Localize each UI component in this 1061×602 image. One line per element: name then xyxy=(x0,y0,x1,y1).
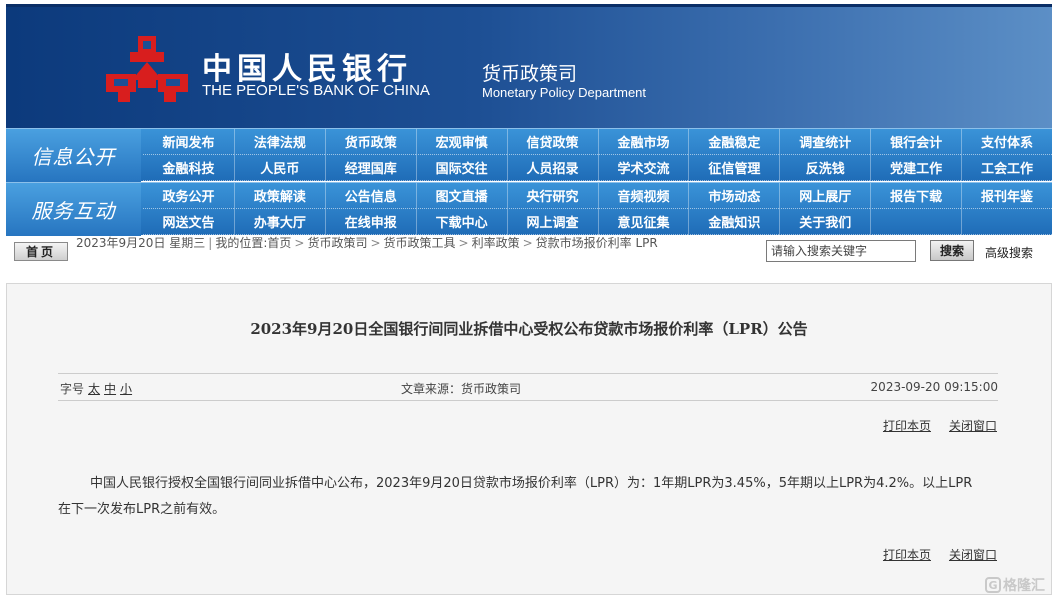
article-panel: 2023年9月20日全国银行间同业拆借中心受权公布贷款市场报价利率（LPR）公告… xyxy=(6,283,1052,595)
article-source: 文章来源：货币政策司 xyxy=(401,382,522,396)
breadcrumb-link-dept[interactable]: 货币政策司 xyxy=(307,236,367,250)
nav-item[interactable]: 工会工作 xyxy=(961,155,1052,181)
nav-item[interactable]: 新闻发布 xyxy=(143,129,234,155)
department-name-en: Monetary Policy Department xyxy=(482,85,647,100)
nav-item[interactable]: 报刊年鉴 xyxy=(961,183,1052,209)
article-body: 中国人民银行授权全国银行间同业拆借中心公布，2023年9月20日贷款市场报价利率… xyxy=(58,476,973,517)
nav-item[interactable]: 图文直播 xyxy=(415,183,507,209)
chevron-right-icon: > xyxy=(522,236,533,250)
nav-item[interactable]: 宏观审慎 xyxy=(415,129,507,155)
nav-item[interactable]: 网送文告 xyxy=(143,209,234,235)
nav-service-title: 服务互动 xyxy=(6,183,141,236)
nav-item[interactable]: 意见征集 xyxy=(597,209,689,235)
nav-service-interaction: 服务互动 政务公开 政策解读 公告信息 图文直播 央行研究 音频视频 市场动态 … xyxy=(6,182,1052,236)
article-meta: 字号太中小 文章来源：货币政策司 2023-09-20 09:15:00 xyxy=(58,373,998,401)
chevron-right-icon: > xyxy=(458,236,469,250)
nav-item[interactable]: 党建工作 xyxy=(870,155,962,181)
g-logo-icon: G xyxy=(985,577,1001,593)
nav-item[interactable]: 央行研究 xyxy=(506,183,598,209)
article-date: 2023-09-20 09:15:00 xyxy=(870,380,998,394)
nav-item[interactable]: 反洗钱 xyxy=(779,155,871,181)
article-actions-top: 打印本页 关闭窗口 xyxy=(865,417,997,434)
nav-item[interactable]: 银行会计 xyxy=(870,129,962,155)
home-button[interactable]: 首页 xyxy=(14,242,68,261)
font-size-small[interactable]: 小 xyxy=(120,382,132,396)
nav-item[interactable]: 征信管理 xyxy=(688,155,780,181)
nav-item[interactable]: 政务公开 xyxy=(143,183,234,209)
bank-name-en: THE PEOPLE'S BANK OF CHINA xyxy=(202,82,430,99)
site-header: 中国人民银行 THE PEOPLE'S BANK OF CHINA 货币政策司 … xyxy=(6,4,1052,128)
breadcrumb-link-home[interactable]: 首页 xyxy=(267,236,291,250)
header-top-strip xyxy=(6,4,1052,7)
nav-item[interactable]: 政策解读 xyxy=(233,183,325,209)
chevron-right-icon: > xyxy=(370,236,381,250)
watermark: G 格隆汇 xyxy=(985,575,1045,595)
nav-item[interactable]: 国际交往 xyxy=(415,155,507,181)
chevron-right-icon: > xyxy=(294,236,305,250)
nav-item[interactable]: 金融市场 xyxy=(597,129,689,155)
breadcrumb-bar: 首页 2023年9月20日 星期三 | 我的位置:首页 > 货币政策司 > 货币政策工具 > 利… xyxy=(6,236,1052,266)
nav-service-grid: 政务公开 政策解读 公告信息 图文直播 央行研究 音频视频 市场动态 网上展厅 … xyxy=(143,183,1052,236)
nav-item-empty xyxy=(961,209,1052,235)
close-window-link[interactable]: 关闭窗口 xyxy=(949,419,997,433)
advanced-search-link[interactable]: 高级搜索 xyxy=(985,244,1033,261)
pboc-emblem-icon[interactable] xyxy=(102,34,192,106)
nav-item[interactable]: 报告下载 xyxy=(870,183,962,209)
nav-item[interactable]: 公告信息 xyxy=(324,183,416,209)
nav-item[interactable]: 法律法规 xyxy=(233,129,325,155)
nav-item[interactable]: 市场动态 xyxy=(688,183,780,209)
nav-item[interactable]: 金融科技 xyxy=(143,155,234,181)
nav-info-disclosure: 信息公开 新闻发布 法律法规 货币政策 宏观审慎 信贷政策 金融市场 金融稳定 … xyxy=(6,128,1052,182)
watermark-text: 格隆汇 xyxy=(1003,578,1045,594)
font-size-medium[interactable]: 中 xyxy=(104,382,116,396)
nav-info-title: 信息公开 xyxy=(6,129,141,182)
font-size-large[interactable]: 太 xyxy=(88,382,100,396)
current-date: 2023年9月20日 星期三 xyxy=(76,236,206,250)
nav-item[interactable]: 金融知识 xyxy=(688,209,780,235)
article-title: 2023年9月20日全国银行间同业拆借中心受权公布贷款市场报价利率（LPR）公告 xyxy=(250,320,808,338)
location-label: 我的位置: xyxy=(215,236,268,250)
department-name-cn: 货币政策司 xyxy=(482,63,578,85)
nav-item[interactable]: 人民币 xyxy=(233,155,325,181)
print-link[interactable]: 打印本页 xyxy=(883,419,931,433)
nav-item[interactable]: 下载中心 xyxy=(415,209,507,235)
breadcrumb: 2023年9月20日 星期三 | 我的位置:首页 > 货币政策司 > 货币政策工具 > 利率政策… xyxy=(76,236,756,250)
nav-item[interactable]: 在线申报 xyxy=(324,209,416,235)
font-size-label: 字号 xyxy=(60,382,85,396)
nav-item[interactable]: 学术交流 xyxy=(597,155,689,181)
nav-item[interactable]: 货币政策 xyxy=(324,129,416,155)
nav-item[interactable]: 人员招录 xyxy=(506,155,598,181)
nav-item[interactable]: 关于我们 xyxy=(779,209,871,235)
nav-item[interactable]: 经理国库 xyxy=(324,155,416,181)
nav-item[interactable]: 信贷政策 xyxy=(506,129,598,155)
breadcrumb-link-lpr[interactable]: 贷款市场报价利率 LPR xyxy=(536,236,658,250)
nav-item[interactable]: 金融稳定 xyxy=(688,129,780,155)
nav-item[interactable]: 调查统计 xyxy=(779,129,871,155)
nav-item[interactable]: 网上调查 xyxy=(506,209,598,235)
search-input[interactable] xyxy=(766,240,916,262)
nav-item-empty xyxy=(870,209,962,235)
search-button[interactable]: 搜索 xyxy=(930,240,974,261)
print-link[interactable]: 打印本页 xyxy=(883,548,931,562)
nav-item[interactable]: 支付体系 xyxy=(961,129,1052,155)
nav-item[interactable]: 音频视频 xyxy=(597,183,689,209)
nav-item[interactable]: 办事大厅 xyxy=(233,209,325,235)
breadcrumb-link-tools[interactable]: 货币政策工具 xyxy=(384,236,456,250)
breadcrumb-divider: | xyxy=(208,236,213,250)
nav-info-grid: 新闻发布 法律法规 货币政策 宏观审慎 信贷政策 金融市场 金融稳定 调查统计 … xyxy=(143,129,1052,182)
nav-item[interactable]: 网上展厅 xyxy=(779,183,871,209)
font-size-control: 字号太中小 xyxy=(60,380,132,397)
close-window-link[interactable]: 关闭窗口 xyxy=(949,548,997,562)
breadcrumb-link-rate-policy[interactable]: 利率政策 xyxy=(472,236,520,250)
article-actions-bottom: 打印本页 关闭窗口 xyxy=(865,546,997,563)
